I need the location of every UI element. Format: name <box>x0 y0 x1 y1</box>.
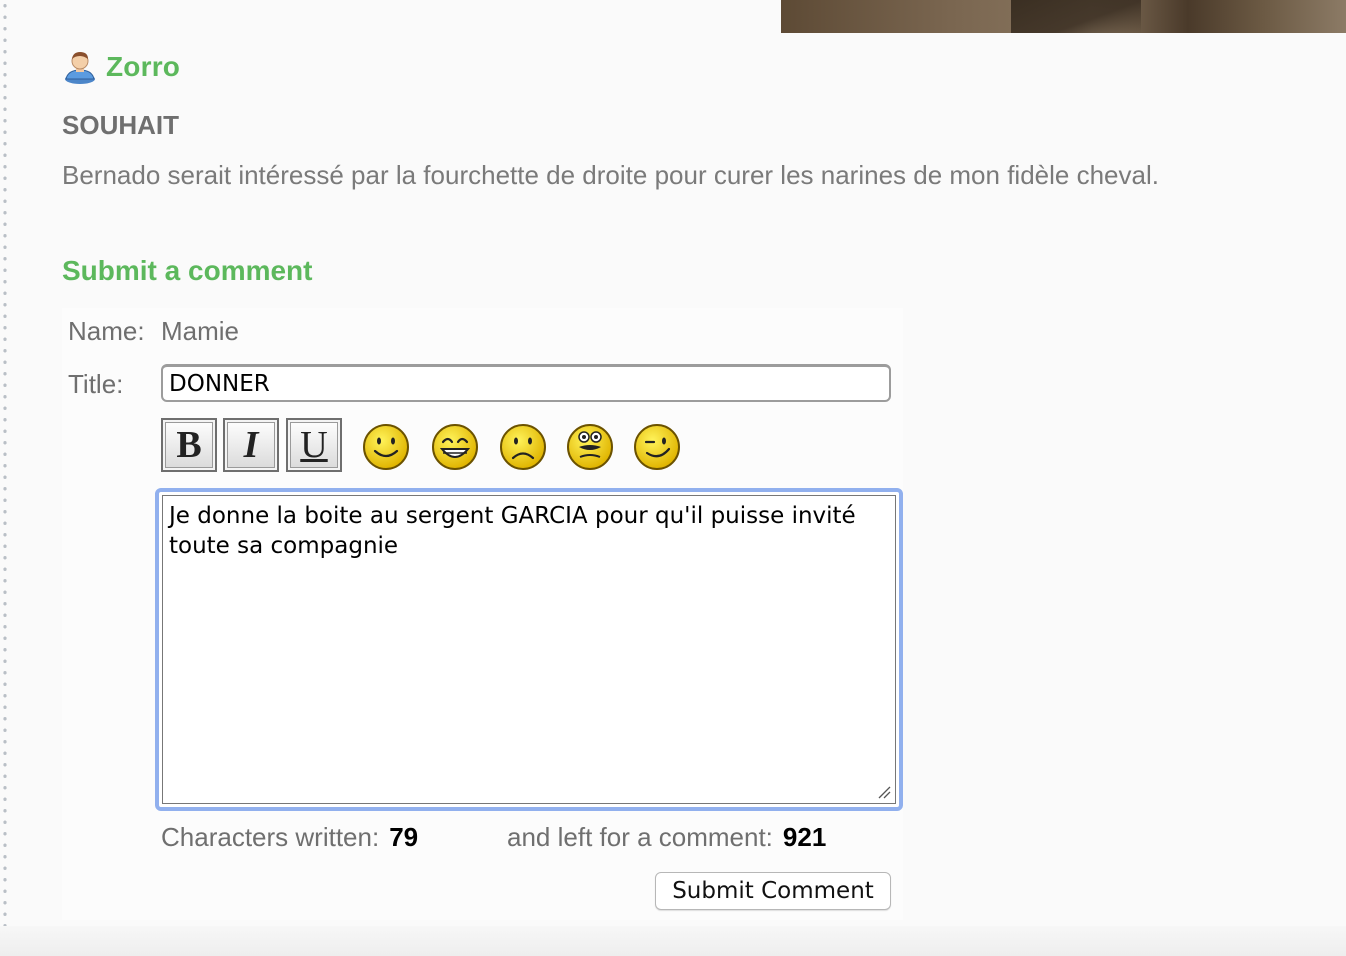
chars-left-label: and left for a comment: <box>507 822 773 852</box>
chars-written-label: Characters written: <box>161 822 380 852</box>
user-icon <box>65 52 95 84</box>
chars-written-counter: Characters written: 79 <box>161 822 418 853</box>
submit-comment-button[interactable]: Submit Comment <box>655 872 891 910</box>
name-value: Mamie <box>161 316 240 346</box>
post-body-text: Bernado serait intéressé par la fourchet… <box>62 160 1159 190</box>
name-label: Name: <box>68 316 145 346</box>
left-dotted-border <box>2 0 8 956</box>
italic-button[interactable]: I <box>223 418 279 472</box>
wink-icon[interactable] <box>633 423 681 471</box>
bold-button[interactable]: B <box>161 418 217 472</box>
underline-button[interactable]: U <box>286 418 342 472</box>
chars-written-value: 79 <box>389 822 419 852</box>
author-name-link[interactable]: Zorro <box>106 51 180 83</box>
post-author: Zorro <box>62 50 180 84</box>
post-photo-crop <box>781 0 1346 33</box>
resize-grip-icon[interactable] <box>877 785 891 799</box>
title-label: Title: <box>68 369 124 399</box>
smile-icon[interactable] <box>362 423 410 471</box>
page-bottom-band <box>0 926 1346 956</box>
chars-left-counter: and left for a comment: 921 <box>507 822 826 853</box>
chars-left-value: 921 <box>782 822 827 852</box>
comment-textarea-focus-ring: Je donne la boite au sergent GARCIA pour… <box>155 488 903 811</box>
grin-icon[interactable] <box>431 423 479 471</box>
comment-textarea[interactable]: Je donne la boite au sergent GARCIA pour… <box>162 495 896 804</box>
submit-comment-heading: Submit a comment <box>62 255 313 286</box>
post-type-heading: SOUHAIT <box>62 110 179 140</box>
surprised-icon[interactable] <box>566 423 614 471</box>
sad-icon[interactable] <box>499 423 547 471</box>
title-input[interactable] <box>161 364 891 402</box>
